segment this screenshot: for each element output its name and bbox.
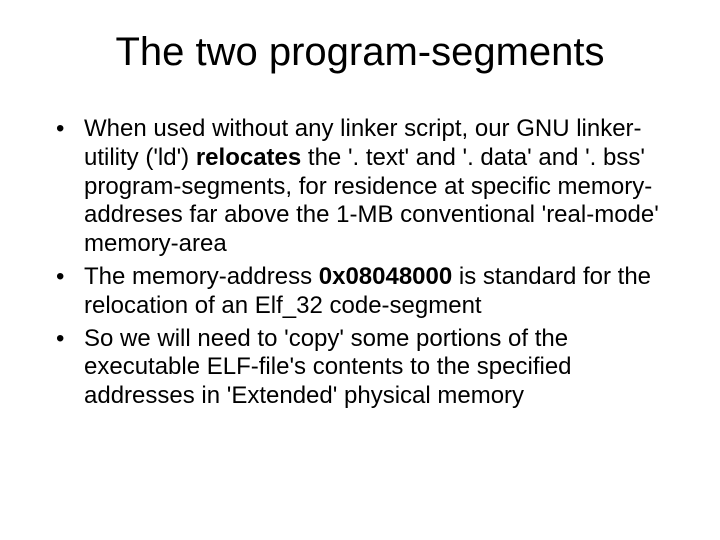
bullet-text-pre: The memory-address — [84, 263, 319, 290]
list-item: When used without any linker script, our… — [50, 115, 670, 259]
bullet-text-bold: relocates — [196, 144, 301, 171]
list-item: The memory-address 0x08048000 is standar… — [50, 263, 670, 321]
list-item: So we will need to 'copy' some portions … — [50, 325, 670, 411]
bullet-text-bold: 0x08048000 — [319, 263, 452, 290]
slide: The two program-segments When used witho… — [0, 0, 720, 540]
bullet-list: When used without any linker script, our… — [50, 115, 670, 411]
slide-title: The two program-segments — [50, 30, 670, 75]
bullet-text-pre: So we will need to 'copy' some portions … — [84, 325, 572, 410]
